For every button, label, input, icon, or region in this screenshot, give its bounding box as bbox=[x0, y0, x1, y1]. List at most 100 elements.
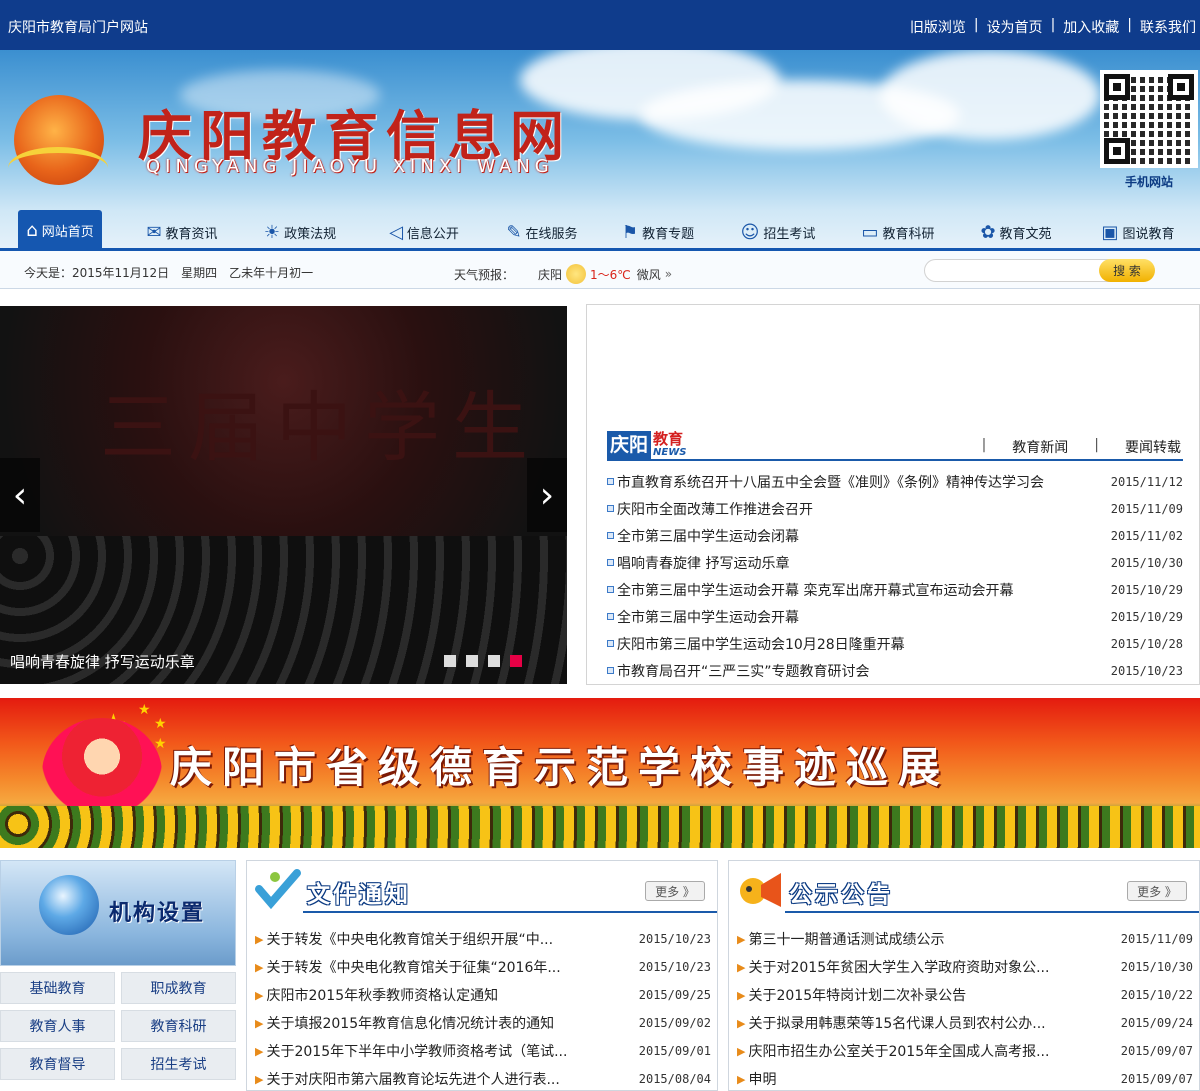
announcements-title: 公示公告 bbox=[789, 882, 893, 908]
list-item[interactable]: ▶ 庆阳市招生办公室关于2015年全国成人高考报... 2015/09/07 bbox=[737, 1037, 1193, 1065]
arrow-icon: ▶ bbox=[255, 1044, 264, 1058]
nav-education-news[interactable]: ✉ 教育资讯 bbox=[142, 214, 222, 250]
weather-label: 天气预报： bbox=[454, 267, 515, 282]
arrow-icon: ▶ bbox=[255, 1016, 264, 1030]
slide-caption[interactable]: 唱响青春旋律 抒写运动乐章 bbox=[10, 651, 195, 672]
org-header: 机构设置 bbox=[0, 860, 236, 966]
list-item[interactable]: 庆阳市全面改薄工作推进会召开 2015/11/09 bbox=[607, 495, 1183, 522]
nav-home[interactable]: ⌂ 网站首页 bbox=[18, 210, 102, 250]
news-icon: ✉ bbox=[146, 221, 162, 243]
promo-title: 庆阳市省级德育示范学校事迹巡展 bbox=[170, 743, 951, 792]
vocational-education-button[interactable]: 职成教育 bbox=[121, 972, 236, 1004]
list-item[interactable]: ▶ 关于对2015年贫困大学生入学政府资助对象公... 2015/10/30 bbox=[737, 953, 1193, 981]
nav-photo-education[interactable]: ▣ 图说教育 bbox=[1096, 214, 1180, 250]
qr-code-icon bbox=[1100, 70, 1198, 168]
slider-next-icon[interactable]: › bbox=[527, 458, 567, 532]
list-item[interactable]: ▶ 关于转发《中央电化教育馆关于征集“2016年... 2015/10/23 bbox=[255, 953, 711, 981]
arrow-icon: ▶ bbox=[737, 1072, 746, 1086]
notices-list: ▶ 关于转发《中央电化教育馆关于组织开展“中... 2015/10/23 ▶ 关于转发… bbox=[255, 925, 711, 1091]
list-item[interactable]: 全市第三届中学生运动会开幕 2015/10/29 bbox=[607, 603, 1183, 630]
list-item[interactable]: ▶ 第三十一期普通话测试成绩公示 2015/11/09 bbox=[737, 925, 1193, 953]
nav-literature[interactable]: ✿ 教育文苑 bbox=[976, 214, 1056, 250]
search-input[interactable] bbox=[935, 263, 1095, 278]
list-item[interactable]: 庆阳市第三届中学生运动会10月28日隆重开幕 2015/10/28 bbox=[607, 630, 1183, 657]
notices-title: 文件通知 bbox=[307, 882, 411, 908]
org-title: 机构设置 bbox=[109, 901, 206, 926]
slider-dot-3[interactable] bbox=[488, 655, 500, 667]
nav-policy[interactable]: ☀ 政策法规 bbox=[260, 214, 340, 250]
slider-dot-1[interactable] bbox=[444, 655, 456, 667]
news-list: 市直教育系统召开十八届五中全会暨《准则》《条例》精神传达学习会 2015/11/1… bbox=[607, 468, 1183, 684]
list-item[interactable]: ▶ 关于填报2015年教育信息化情况统计表的通知 2015/09/02 bbox=[255, 1009, 711, 1037]
weather-more-icon[interactable]: » bbox=[665, 267, 672, 281]
set-homepage-link[interactable]: 设为首页 bbox=[987, 17, 1043, 37]
list-item[interactable]: ▶ 关于对庆阳市第六届教育论坛先进个人进行表... 2015/08/04 bbox=[255, 1065, 711, 1091]
announcements-more-button[interactable]: 更多 》 bbox=[1127, 881, 1187, 901]
list-item[interactable]: ▶ 关于转发《中央电化教育馆关于组织开展“中... 2015/10/23 bbox=[255, 925, 711, 953]
arrow-icon: ▶ bbox=[255, 1072, 264, 1086]
arrow-icon: ▶ bbox=[737, 932, 746, 946]
people-icon: ☺ bbox=[740, 221, 760, 243]
news-logo-news: NEWS bbox=[653, 447, 687, 458]
camera-icon: ▣ bbox=[1101, 221, 1119, 243]
mobile-site-label[interactable]: 手机网站 bbox=[1100, 173, 1198, 190]
list-item[interactable]: ▶ 关于拟录用韩惠荣等15名代课人员到农村公办... 2015/09/24 bbox=[737, 1009, 1193, 1037]
bullet-icon bbox=[607, 478, 614, 485]
promo-banner[interactable]: ★ ★ ★ ★ ★ 庆阳市省级德育示范学校事迹巡展 bbox=[0, 698, 1200, 848]
arrow-icon: ▶ bbox=[737, 1016, 746, 1030]
basic-education-button[interactable]: 基础教育 bbox=[0, 972, 115, 1004]
separator: | bbox=[973, 17, 979, 33]
news-logo-edu: 教育 bbox=[653, 430, 684, 448]
image-slider: 三届中学生 ‹ › 唱响青春旋律 抒写运动乐章 bbox=[0, 306, 567, 684]
list-item[interactable]: ▶ 申明 2015/09/07 bbox=[737, 1065, 1193, 1091]
list-item[interactable]: ▶ 庆阳市2015年秋季教师资格认定通知 2015/09/25 bbox=[255, 981, 711, 1009]
weather-city: 庆阳 bbox=[538, 267, 563, 282]
search-button[interactable]: 搜 索 bbox=[1099, 259, 1155, 282]
contact-us-link[interactable]: 联系我们 bbox=[1140, 17, 1196, 37]
arrow-icon: ▶ bbox=[737, 988, 746, 1002]
news-divider bbox=[607, 459, 1183, 461]
separator: | bbox=[1050, 17, 1056, 33]
slider-prev-icon[interactable]: ‹ bbox=[0, 458, 40, 532]
slider-dot-2[interactable] bbox=[466, 655, 478, 667]
list-item[interactable]: 唱响青春旋律 抒写运动乐章 2015/10/30 bbox=[607, 549, 1183, 576]
education-personnel-button[interactable]: 教育人事 bbox=[0, 1010, 115, 1042]
announcements-list: ▶ 第三十一期普通话测试成绩公示 2015/11/09 ▶ 关于对2015年贫困大学生… bbox=[737, 925, 1193, 1091]
flag-star-icon: ★ bbox=[138, 702, 151, 718]
arrow-icon: ▶ bbox=[737, 1044, 746, 1058]
pin-icon: ⚑ bbox=[621, 221, 639, 243]
list-item[interactable]: 市教育局召开“三严三实”专题教育研讨会 2015/10/23 bbox=[607, 657, 1183, 684]
site-logo-icon[interactable] bbox=[8, 95, 108, 185]
notices-more-button[interactable]: 更多 》 bbox=[645, 881, 705, 901]
nav-admissions[interactable]: ☺ 招生考试 bbox=[738, 214, 818, 250]
list-item[interactable]: ▶ 关于2015年下半年中小学教师资格考试（笔试... 2015/09/01 bbox=[255, 1037, 711, 1065]
list-item[interactable]: 市直教育系统召开十八届五中全会暨《准则》《条例》精神传达学习会 2015/11/1… bbox=[607, 468, 1183, 495]
nav-info-public[interactable]: ◁ 信息公开 bbox=[384, 214, 464, 250]
weather-wind: 微风 bbox=[636, 267, 661, 282]
nav-topics[interactable]: ⚑ 教育专题 bbox=[618, 214, 698, 250]
nav-research[interactable]: ▭ 教育科研 bbox=[858, 214, 938, 250]
tab-education-news[interactable]: 教育新闻 bbox=[1012, 437, 1068, 457]
notices-panel: 文件通知 更多 》 ▶ 关于转发《中央电化教育馆关于组织开展“中... 2015/1… bbox=[246, 860, 718, 1091]
bullet-icon bbox=[607, 586, 614, 593]
org-sidebar: 机构设置 基础教育 职成教育 教育人事 教育科研 教育督导 招生考试 bbox=[0, 860, 236, 1091]
education-supervision-button[interactable]: 教育督导 bbox=[0, 1048, 115, 1080]
bullet-icon bbox=[607, 559, 614, 566]
tab-reprinted-news[interactable]: 要闻转载 bbox=[1125, 437, 1181, 457]
education-research-button[interactable]: 教育科研 bbox=[121, 1010, 236, 1042]
arrow-icon: ▶ bbox=[737, 960, 746, 974]
checkmark-icon bbox=[255, 867, 301, 913]
list-item[interactable]: 全市第三届中学生运动会闭幕 2015/11/02 bbox=[607, 522, 1183, 549]
add-favorite-link[interactable]: 加入收藏 bbox=[1063, 17, 1119, 37]
news-logo-main: 庆阳 bbox=[607, 431, 652, 459]
arrow-icon: ▶ bbox=[255, 960, 264, 974]
list-item[interactable]: 全市第三届中学生运动会开幕 栾克军出席开幕式宣布运动会开幕 2015/10/29 bbox=[607, 576, 1183, 603]
admissions-exam-button[interactable]: 招生考试 bbox=[121, 1048, 236, 1080]
notices-divider bbox=[303, 911, 717, 913]
org-buttons: 基础教育 职成教育 教育人事 教育科研 教育督导 招生考试 bbox=[0, 972, 236, 1080]
nav-online-service[interactable]: ✎ 在线服务 bbox=[502, 214, 582, 250]
slider-dot-4[interactable] bbox=[510, 655, 522, 667]
list-item[interactable]: ▶ 关于2015年特岗计划二次补录公告 2015/10/22 bbox=[737, 981, 1193, 1009]
old-version-link[interactable]: 旧版浏览 bbox=[910, 17, 966, 37]
bullet-icon bbox=[607, 667, 614, 674]
